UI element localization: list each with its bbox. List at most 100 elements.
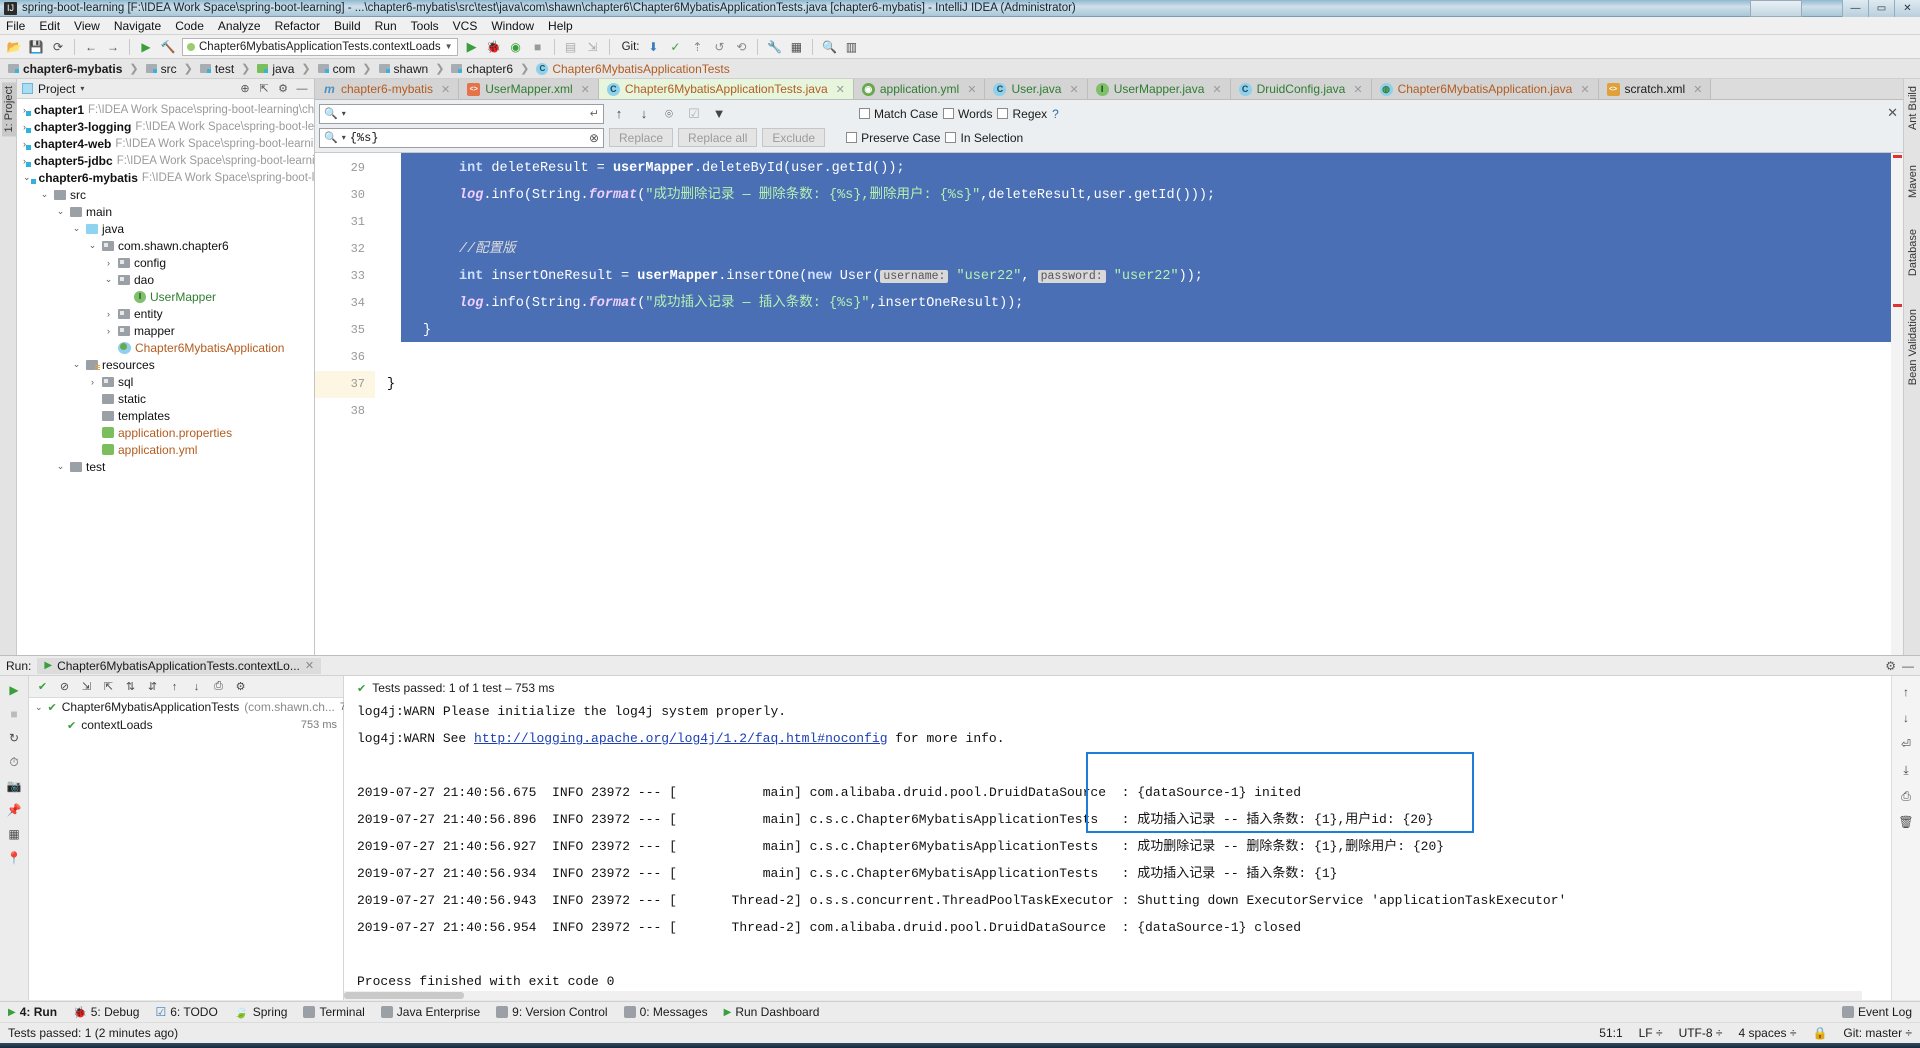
expand-arrow-icon[interactable]: ⌄ — [55, 206, 66, 217]
menu-item-vcs[interactable]: VCS — [453, 19, 478, 33]
preserve-case-checkbox[interactable]: Preserve Case — [846, 131, 940, 145]
menu-item-view[interactable]: View — [74, 19, 100, 33]
expand-arrow-icon[interactable]: ⌄ — [35, 702, 43, 713]
pin-icon[interactable]: 📍 — [6, 850, 22, 866]
minimize-button[interactable]: — — [1842, 0, 1868, 17]
tree-node[interactable]: › chapter5-jdbc F:\IDEA Work Space\spring-… — [17, 152, 314, 169]
run-button-icon[interactable]: ▶ — [464, 39, 480, 55]
soft-wrap-icon[interactable]: ⏎ — [1898, 736, 1914, 752]
save-all-icon[interactable]: 💾 — [28, 39, 44, 55]
rail-tab-maven[interactable]: Maven — [1906, 161, 1920, 202]
prev-match-icon[interactable]: ↑ — [609, 105, 629, 123]
editor-tab[interactable]: C Chapter6MybatisApplicationTests.java ✕ — [598, 79, 854, 99]
tree-node[interactable]: ⌄ test — [17, 458, 314, 475]
run-with-coverage-icon[interactable]: ◉ — [508, 39, 524, 55]
tree-node[interactable]: ⌄ chapter6-mybatis F:\IDEA Work Space\spri… — [17, 169, 314, 186]
rollback-icon[interactable]: ↺ — [711, 39, 727, 55]
tree-node[interactable]: application.yml — [17, 441, 314, 458]
tree-node[interactable]: › chapter3-logging F:\IDEA Work Space\spri… — [17, 118, 314, 135]
sort-duration-icon[interactable]: ⇵ — [145, 679, 160, 694]
stop-icon[interactable]: ■ — [6, 706, 22, 722]
code-line[interactable] — [375, 344, 1903, 371]
close-tab-icon[interactable]: ✕ — [836, 83, 845, 96]
breadcrumb-item-com[interactable]: com — [316, 62, 358, 76]
breadcrumb-item-java[interactable]: java — [255, 62, 296, 76]
tool-button-spring[interactable]: 🍃 Spring — [234, 1005, 288, 1019]
file-encoding[interactable]: UTF-8 ÷ — [1679, 1026, 1723, 1040]
scroll-down-icon[interactable]: ↓ — [1898, 710, 1914, 726]
settings-icon[interactable]: 🔧 — [766, 39, 782, 55]
git-branch[interactable]: Git: master ÷ — [1843, 1026, 1912, 1040]
menu-item-run[interactable]: Run — [375, 19, 397, 33]
console-output[interactable]: ✔ Tests passed: 1 of 1 test – 753 ms log… — [344, 676, 1891, 1000]
test-results-tree[interactable]: ✔ ⊘ ⇲ ⇱ ⇅ ⇵ ↑ ↓ ⎙ ⚙ ⌄ ✔ Chapter6MybatisApp… — [29, 676, 376, 1000]
grid-icon[interactable]: ▦ — [6, 826, 22, 842]
debug-button-icon[interactable]: 🐞 — [486, 39, 502, 55]
code-line[interactable]: log.info(String.format("成功插入记录 — 插入条数: {… — [375, 290, 1903, 317]
in-selection-checkbox[interactable]: In Selection — [945, 131, 1023, 145]
code-line[interactable]: int deleteResult = userMapper.deleteById… — [375, 155, 1903, 182]
editor-tab[interactable]: I UserMapper.java ✕ — [1087, 79, 1231, 99]
test-tree-row[interactable]: ⌄ ✔ Chapter6MybatisApplicationTests (com.sh… — [29, 698, 376, 716]
tree-node[interactable]: › config — [17, 254, 314, 271]
test-tree-rows[interactable]: ⌄ ✔ Chapter6MybatisApplicationTests (com.sh… — [29, 698, 376, 734]
breadcrumb-item-class[interactable]: C Chapter6MybatisApplicationTests — [534, 62, 731, 76]
line-separator[interactable]: LF ÷ — [1639, 1026, 1663, 1040]
breadcrumb-item-module[interactable]: chapter6-mybatis — [6, 62, 124, 76]
editor-tab[interactable]: <> UserMapper.xml ✕ — [459, 79, 599, 99]
show-ignored-icon[interactable]: ⊘ — [57, 679, 72, 694]
editor-tab[interactable]: ◉ application.yml ✕ — [853, 79, 986, 99]
exclude-button[interactable]: Exclude — [762, 128, 826, 147]
tree-node[interactable]: › chapter4-web F:\IDEA Work Space\spring-b… — [17, 135, 314, 152]
expand-arrow-icon[interactable]: › — [103, 258, 114, 268]
event-log-button[interactable]: Event Log — [1841, 1005, 1912, 1019]
rail-tab-ant-build[interactable]: Ant Build — [1906, 82, 1920, 134]
match-case-checkbox[interactable]: Match Case — [859, 107, 938, 121]
hammer-icon[interactable]: 🔨 — [160, 39, 176, 55]
run-configuration-selector[interactable]: Chapter6MybatisApplicationTests.contextL… — [182, 37, 458, 56]
tree-node[interactable]: › chapter1 F:\IDEA Work Space\spring-boot-… — [17, 101, 314, 118]
pin-tab-icon[interactable]: 📌 — [6, 802, 22, 818]
code-line[interactable]: log.info(String.format("成功删除记录 — 删除条数: {… — [375, 182, 1903, 209]
menu-item-window[interactable]: Window — [491, 19, 534, 33]
editor-tab[interactable]: <> scratch.xml ✕ — [1598, 79, 1712, 99]
history-icon[interactable]: ⟲ — [733, 39, 749, 55]
menu-item-refactor[interactable]: Refactor — [275, 19, 320, 33]
menu-item-edit[interactable]: Edit — [39, 19, 60, 33]
rail-tab-database[interactable]: Database — [1906, 225, 1920, 280]
push-icon[interactable]: ⇡ — [689, 39, 705, 55]
close-button[interactable]: ✕ — [1894, 0, 1920, 17]
export-results-icon[interactable]: ⎙ — [211, 679, 226, 694]
clear-all-icon[interactable]: 🗑 — [1898, 814, 1914, 830]
close-icon[interactable]: ✕ — [305, 659, 314, 672]
editor-tab[interactable]: C DruidConfig.java ✕ — [1230, 79, 1372, 99]
locate-icon[interactable]: ⊕ — [238, 82, 252, 96]
expand-arrow-icon[interactable]: ⌄ — [71, 359, 82, 370]
close-find-panel-icon[interactable]: ✕ — [1887, 105, 1898, 121]
clear-icon[interactable]: ⊗ — [589, 131, 599, 145]
tool-button-version-control[interactable]: 9: Version Control — [496, 1005, 608, 1019]
close-tab-icon[interactable]: ✕ — [441, 83, 450, 96]
code-line[interactable]: //配置版 — [375, 236, 1903, 263]
editor-tab-bar[interactable]: m chapter6-mybatis ✕ <> UserMapper.xml ✕ C Chap… — [315, 79, 1903, 100]
sync-icon[interactable]: ⟳ — [50, 39, 66, 55]
tree-node[interactable]: › mapper — [17, 322, 314, 339]
tree-node[interactable]: static — [17, 390, 314, 407]
gear-icon[interactable]: ⚙ — [1885, 659, 1896, 673]
run-session-tab[interactable]: ▶ Chapter6MybatisApplicationTests.contex… — [37, 657, 322, 674]
next-match-icon[interactable]: ↓ — [634, 105, 654, 123]
expand-arrow-icon[interactable]: ⌄ — [39, 189, 50, 200]
update-project-icon[interactable]: ⬇ — [645, 39, 661, 55]
menu-item-navigate[interactable]: Navigate — [114, 19, 161, 33]
find-in-selection-icon[interactable]: ☑ — [684, 105, 704, 123]
breadcrumb-item-chapter6[interactable]: chapter6 — [449, 62, 515, 76]
breadcrumb-item-shawn[interactable]: shawn — [377, 62, 431, 76]
expand-arrow-icon[interactable]: › — [103, 309, 114, 319]
menu-item-build[interactable]: Build — [334, 19, 361, 33]
console-link[interactable]: http://logging.apache.org/log4j/1.2/faq.… — [474, 731, 887, 746]
layout-icon[interactable]: ▥ — [843, 39, 859, 55]
search-input[interactable]: 🔍 ▾ ↵ — [319, 103, 604, 124]
filter-icon[interactable]: ▼ — [709, 105, 729, 123]
tree-node[interactable]: application.properties — [17, 424, 314, 441]
collapse-all-icon[interactable]: ⇱ — [257, 82, 271, 96]
